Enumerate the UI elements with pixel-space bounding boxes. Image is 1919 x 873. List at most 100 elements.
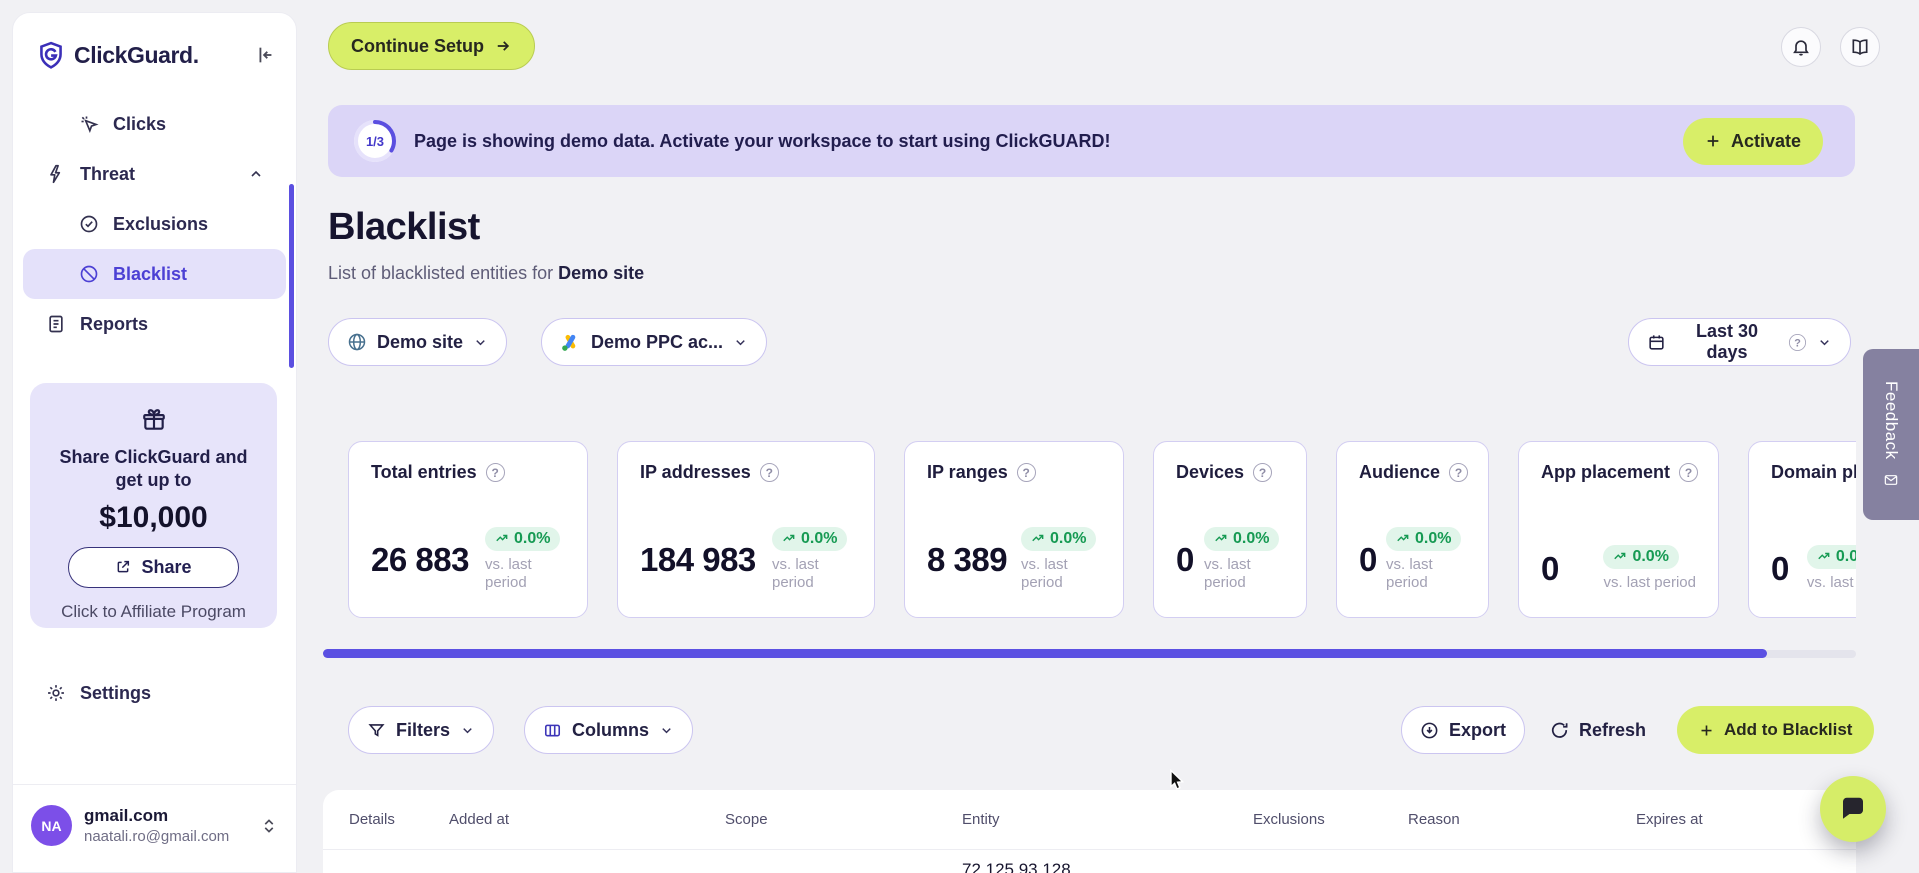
sidebar-item-exclusions[interactable]: Exclusions <box>23 199 286 249</box>
refresh-button[interactable]: Refresh <box>1542 706 1654 754</box>
add-to-blacklist-button[interactable]: Add to Blacklist <box>1677 706 1875 754</box>
plus-icon <box>1705 133 1721 149</box>
refresh-label: Refresh <box>1579 719 1647 740</box>
stat-card-app-placement: App placement 0 0.0% vs. last period <box>1518 441 1719 618</box>
exclusions-icon <box>79 214 99 234</box>
help-icon[interactable] <box>1016 463 1036 482</box>
affiliate-promo-card: Share ClickGuard and get up to $10,000 S… <box>30 383 277 628</box>
stat-value: 184 983 <box>640 540 756 578</box>
gear-icon <box>46 683 66 703</box>
trend-up-icon <box>1397 534 1409 541</box>
docs-button[interactable] <box>1840 27 1880 67</box>
row-entity: 72.125.93.128 <box>962 860 1071 873</box>
columns-icon <box>543 721 562 740</box>
col-exclusions: Exclusions <box>1253 811 1325 828</box>
share-button[interactable]: Share <box>68 546 239 588</box>
filter-icon <box>367 721 386 740</box>
help-icon[interactable] <box>485 463 505 482</box>
page-subtitle: List of blacklisted entities for Demo si… <box>328 263 644 284</box>
site-selector-value: Demo site <box>377 331 464 352</box>
add-to-blacklist-label: Add to Blacklist <box>1724 720 1853 739</box>
sidebar-item-clicks[interactable]: Clicks <box>23 99 286 149</box>
sidebar-item-label: Reports <box>80 313 149 334</box>
stat-caption: vs. last period <box>1386 555 1433 592</box>
subtitle-site-name: Demo site <box>558 263 645 283</box>
demo-banner: 1/3 Page is showing demo data. Activate … <box>328 105 1855 177</box>
gift-icon <box>141 407 167 433</box>
stats-row: Total entries 26 883 0.0% vs. last perio… <box>348 441 1856 621</box>
sidebar-item-threat[interactable]: Threat <box>23 149 286 199</box>
stat-card-total-entries: Total entries 26 883 0.0% vs. last perio… <box>348 441 588 618</box>
stat-card-devices: Devices 0 0.0% vs. last period <box>1153 441 1307 618</box>
stat-label: IP addresses <box>640 462 751 482</box>
envelope-icon <box>1884 474 1898 485</box>
cursor-click-icon <box>79 114 99 134</box>
chat-widget-button[interactable] <box>1820 776 1886 842</box>
banner-message: Page is showing demo data. Activate your… <box>414 130 1111 151</box>
stat-value: 0 <box>1359 540 1377 578</box>
promo-text: Share ClickGuard and get up to <box>59 447 248 491</box>
stat-caption: vs. last period <box>1204 555 1251 592</box>
sidebar-item-reports[interactable]: Reports <box>23 299 286 349</box>
stat-card-audience: Audience 0 0.0% vs. last period <box>1336 441 1489 618</box>
download-icon <box>1420 721 1439 740</box>
trend-badge: 0.0% <box>1386 526 1462 551</box>
help-icon[interactable] <box>1788 333 1807 351</box>
filters-label: Filters <box>396 719 451 740</box>
chevron-down-icon <box>473 335 488 350</box>
stat-label: Audience <box>1359 462 1441 482</box>
stat-label: Domain placement <box>1771 462 1856 482</box>
sidebar: ClickGuard. Clicks Threat Exclusions Bla… <box>12 12 297 873</box>
sidebar-scrollbar-thumb[interactable] <box>289 184 294 368</box>
table-row[interactable]: 72.125.93.128 <box>323 850 1856 873</box>
feedback-tab[interactable]: Feedback <box>1863 349 1919 520</box>
sidebar-item-settings[interactable]: Settings <box>23 668 286 718</box>
stat-value: 0 <box>1176 540 1194 578</box>
stat-card-ip-addresses: IP addresses 184 983 0.0% vs. last perio… <box>617 441 875 618</box>
stat-value: 0 <box>1541 550 1559 588</box>
sidebar-item-blacklist[interactable]: Blacklist <box>23 249 286 299</box>
notifications-button[interactable] <box>1781 27 1821 67</box>
arrow-right-icon <box>494 37 512 55</box>
activate-button[interactable]: Activate <box>1682 117 1823 165</box>
stat-label: Devices <box>1176 462 1245 482</box>
ppc-account-selector[interactable]: Demo PPC ac... <box>541 318 768 366</box>
book-icon <box>1852 39 1868 56</box>
sidebar-collapse-icon[interactable] <box>254 44 276 66</box>
feedback-label: Feedback <box>1882 381 1901 460</box>
help-icon[interactable] <box>1449 463 1469 482</box>
user-menu[interactable]: NA gmail.com naatali.ro@gmail.com <box>13 784 296 872</box>
ppc-selector-value: Demo PPC ac... <box>591 331 724 352</box>
date-range-value: Last 30 days <box>1695 321 1759 362</box>
stat-label: App placement <box>1541 462 1671 482</box>
help-icon[interactable] <box>1253 463 1273 482</box>
continue-setup-button[interactable]: Continue Setup <box>328 22 535 70</box>
blacklist-table: Details Added at Scope Entity Exclusions… <box>323 790 1856 873</box>
site-selector[interactable]: Demo site <box>328 318 508 366</box>
export-button[interactable]: Export <box>1401 706 1526 754</box>
settings-label: Settings <box>80 682 152 703</box>
user-email: naatali.ro@gmail.com <box>84 828 230 845</box>
help-icon[interactable] <box>1679 463 1699 482</box>
help-icon[interactable] <box>759 463 779 482</box>
sidebar-item-label: Exclusions <box>113 213 209 234</box>
share-label: Share <box>141 556 192 577</box>
chevron-down-icon <box>733 335 748 350</box>
date-range-selector[interactable]: Last 30 days <box>1628 318 1851 366</box>
trend-up-icon <box>1818 553 1830 560</box>
col-expires-at: Expires at <box>1636 811 1703 828</box>
columns-button[interactable]: Columns <box>524 706 694 754</box>
trend-up-icon <box>1215 534 1227 541</box>
trend-up-icon <box>1032 534 1044 541</box>
stats-scrollbar-thumb[interactable] <box>323 649 1767 658</box>
user-name: gmail.com <box>84 806 169 825</box>
chevron-down-icon <box>1817 335 1832 350</box>
affiliate-link[interactable]: Click to Affiliate Program <box>46 602 261 622</box>
trend-badge: 0.0% <box>1603 545 1679 570</box>
google-ads-icon <box>560 332 581 353</box>
refresh-icon <box>1550 721 1569 740</box>
filters-button[interactable]: Filters <box>348 706 495 754</box>
trend-badge: 0.0% <box>772 526 848 551</box>
clickguard-logo-icon <box>37 41 65 69</box>
sidebar-item-label: Blacklist <box>113 263 188 284</box>
